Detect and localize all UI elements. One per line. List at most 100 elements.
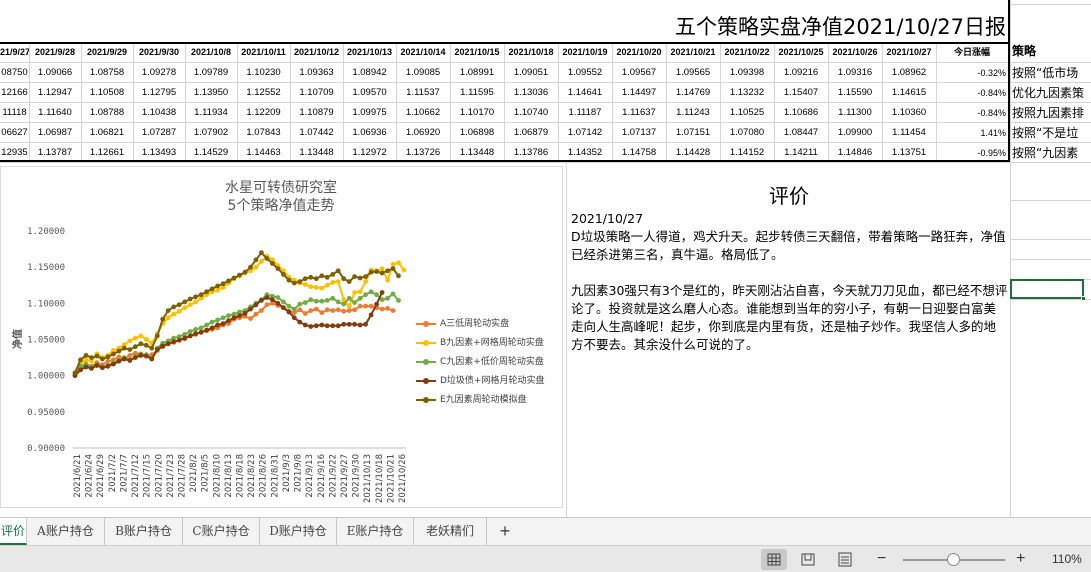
date-header-cell[interactable]: 2021/10/26: [828, 44, 882, 61]
nav-cell[interactable]: 1.12209: [237, 103, 290, 123]
nav-cell[interactable]: 1.09900: [828, 123, 882, 143]
nav-cell[interactable]: 1.08447: [774, 123, 828, 143]
nav-cell[interactable]: 1.15590: [828, 83, 882, 103]
nav-cell[interactable]: 1.09216: [774, 63, 828, 83]
zoom-slider-thumb[interactable]: [947, 553, 960, 566]
nav-cell[interactable]: 1.07442: [290, 123, 343, 143]
date-header-cell[interactable]: 2021/10/13: [343, 44, 396, 61]
nav-cell[interactable]: 1.08962: [882, 63, 936, 83]
nav-cell[interactable]: 1.09975: [343, 103, 396, 123]
date-header-cell[interactable]: 2021/10/15: [450, 44, 504, 61]
nav-cell[interactable]: 1.06879: [504, 123, 558, 143]
zoom-in-button[interactable]: +: [1016, 548, 1025, 570]
nav-cell[interactable]: 1.09789: [185, 63, 237, 83]
nav-cell[interactable]: 1.07287: [133, 123, 185, 143]
date-header-cell[interactable]: 2021/10/19: [558, 44, 612, 61]
tab-account-c[interactable]: C账户持仓: [183, 518, 260, 545]
nav-cell[interactable]: 1.08758: [81, 63, 133, 83]
nav-cell[interactable]: 1.11187: [558, 103, 612, 123]
daily-change-cell[interactable]: -0.84%: [936, 83, 1008, 103]
nav-cell[interactable]: 1.10360: [882, 103, 936, 123]
nav-cell[interactable]: 1.12947: [29, 83, 81, 103]
nav-cell[interactable]: 1.09567: [612, 63, 666, 83]
nav-cell[interactable]: 1.07142: [558, 123, 612, 143]
nav-cell[interactable]: 1.11300: [828, 103, 882, 123]
tab-account-e[interactable]: E账户持仓: [337, 518, 414, 545]
nav-line-chart[interactable]: 水星可转债研究室 5个策略净值走势 1.20000 1.15000 1.10000 1…: [0, 166, 563, 508]
nav-cell[interactable]: 1.11454: [882, 123, 936, 143]
date-header-cell[interactable]: 2021/9/29: [81, 44, 133, 61]
page-layout-button[interactable]: [795, 549, 821, 570]
nav-cell[interactable]: 1.14497: [612, 83, 666, 103]
date-header-cell[interactable]: 2021/9/30: [133, 44, 185, 61]
nav-cell[interactable]: 1.10508: [81, 83, 133, 103]
nav-cell[interactable]: 1.11595: [450, 83, 504, 103]
date-header-cell[interactable]: 2021/10/20: [612, 44, 666, 61]
nav-cell[interactable]: 1.13950: [185, 83, 237, 103]
nav-cell[interactable]: 1.15407: [774, 83, 828, 103]
nav-cell[interactable]: 1.06920: [396, 123, 450, 143]
nav-cell[interactable]: 1.10662: [396, 103, 450, 123]
daily-change-cell[interactable]: -0.84%: [936, 103, 1008, 123]
date-header-cell[interactable]: 2021/10/18: [504, 44, 558, 61]
date-header-cell[interactable]: 2021/10/14: [396, 44, 450, 61]
nav-cell[interactable]: 1.07137: [612, 123, 666, 143]
nav-cell[interactable]: 1.10686: [774, 103, 828, 123]
nav-cell[interactable]: 11118: [0, 103, 29, 123]
nav-cell[interactable]: 1.14615: [882, 83, 936, 103]
nav-cell[interactable]: 1.09565: [666, 63, 720, 83]
nav-cell[interactable]: 1.09398: [720, 63, 774, 83]
nav-cell[interactable]: 1.08788: [81, 103, 133, 123]
nav-cell[interactable]: 1.10740: [504, 103, 558, 123]
tab-review[interactable]: 评价: [0, 518, 27, 545]
nav-cell[interactable]: 1.09552: [558, 63, 612, 83]
nav-cell[interactable]: 1.07080: [720, 123, 774, 143]
nav-cell[interactable]: 1.07151: [666, 123, 720, 143]
nav-cell[interactable]: 1.09066: [29, 63, 81, 83]
nav-cell[interactable]: 12166: [0, 83, 29, 103]
daily-change-cell[interactable]: 1.41%: [936, 123, 1008, 143]
strategy-cell[interactable]: 按照九因素排: [1012, 103, 1091, 123]
nav-cell[interactable]: 1.06898: [450, 123, 504, 143]
nav-cell[interactable]: 1.14769: [666, 83, 720, 103]
date-header-cell[interactable]: 今日涨幅: [936, 44, 1008, 61]
selected-cell[interactable]: [1010, 279, 1084, 299]
tab-account-a[interactable]: A账户持仓: [27, 518, 105, 545]
tab-account-d[interactable]: D账户持仓: [260, 518, 337, 545]
date-header-cell[interactable]: 2021/10/11: [237, 44, 290, 61]
date-header-cell[interactable]: 21/9/27: [0, 44, 29, 61]
nav-cell[interactable]: 1.10230: [237, 63, 290, 83]
nav-cell[interactable]: 1.09085: [396, 63, 450, 83]
nav-cell[interactable]: 1.09570: [343, 83, 396, 103]
strategy-cell[interactable]: 按照“低市场: [1012, 63, 1091, 83]
nav-cell[interactable]: 1.09278: [133, 63, 185, 83]
tab-old-demons[interactable]: 老妖精们: [414, 518, 487, 545]
nav-cell[interactable]: 1.12552: [237, 83, 290, 103]
date-header-cell[interactable]: 2021/10/25: [774, 44, 828, 61]
fill-handle[interactable]: [1081, 296, 1086, 301]
nav-cell[interactable]: 1.08991: [450, 63, 504, 83]
nav-cell[interactable]: 08750: [0, 63, 29, 83]
nav-cell[interactable]: 1.10709: [290, 83, 343, 103]
nav-cell[interactable]: 1.10525: [720, 103, 774, 123]
nav-cell[interactable]: 1.07902: [185, 123, 237, 143]
page-break-button[interactable]: [832, 549, 858, 570]
spreadsheet-grid[interactable]: 五个策略实盘净值2021/10/27日报 21/9/27 2021/9/28 202…: [0, 0, 1091, 517]
nav-cell[interactable]: 1.13232: [720, 83, 774, 103]
date-header-cell[interactable]: 2021/9/28: [29, 44, 81, 61]
nav-cell[interactable]: 1.09051: [504, 63, 558, 83]
nav-cell[interactable]: 1.09316: [828, 63, 882, 83]
nav-cell[interactable]: 1.06936: [343, 123, 396, 143]
date-header-cell[interactable]: 2021/10/8: [185, 44, 237, 61]
date-header-cell[interactable]: 2021/10/21: [666, 44, 720, 61]
nav-cell[interactable]: 1.11537: [396, 83, 450, 103]
nav-cell[interactable]: 1.06821: [81, 123, 133, 143]
strategy-cell[interactable]: 优化九因素策: [1012, 83, 1091, 103]
nav-cell[interactable]: 1.13036: [504, 83, 558, 103]
strategy-cell[interactable]: 按照“不是垃: [1012, 123, 1091, 143]
zoom-level[interactable]: 110%: [1052, 548, 1082, 570]
nav-cell[interactable]: 1.10879: [290, 103, 343, 123]
nav-cell[interactable]: 1.11934: [185, 103, 237, 123]
add-sheet-button[interactable]: +: [490, 518, 520, 545]
nav-cell[interactable]: 06627: [0, 123, 29, 143]
